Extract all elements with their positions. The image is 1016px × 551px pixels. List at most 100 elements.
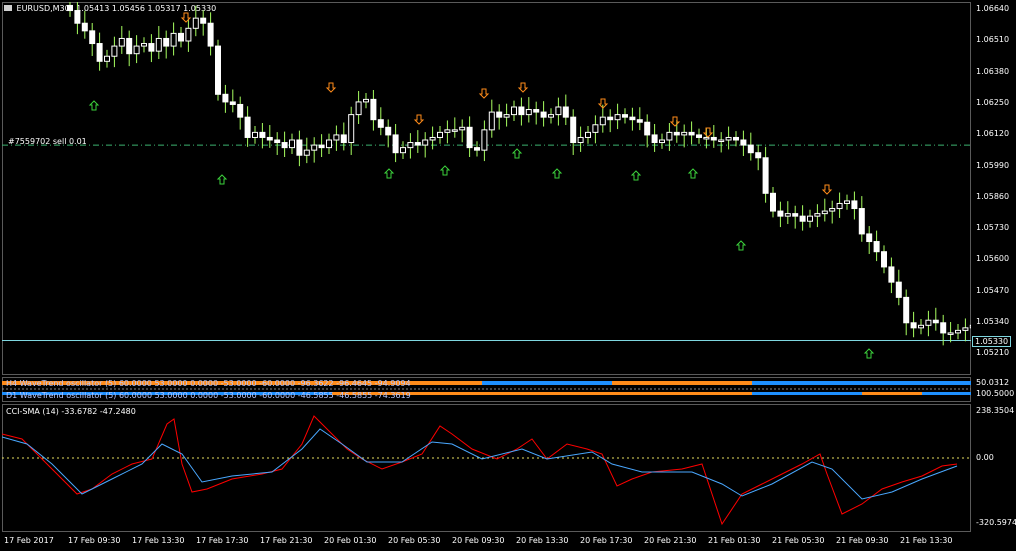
candle [348, 106, 355, 155]
candle [888, 257, 895, 294]
sell-arrow-icon [702, 127, 714, 138]
time-axis-label: 21 Feb 05:30 [772, 536, 825, 545]
candle [111, 36, 118, 68]
candle [377, 107, 384, 136]
current-price-tag: 1.05330 [972, 336, 1012, 347]
candle [918, 318, 924, 335]
time-axis-label: 21 Feb 09:30 [836, 536, 889, 545]
candle [799, 205, 806, 231]
candle [770, 186, 776, 218]
candle [592, 115, 599, 144]
candle [488, 99, 495, 138]
time-axis-label: 20 Feb 13:30 [516, 536, 569, 545]
candle [858, 196, 865, 242]
candle [392, 124, 399, 163]
candle [784, 201, 791, 225]
cci-label: CCI-SMA (14) -33.6782 -47.2480 [6, 407, 136, 416]
candle [614, 103, 621, 130]
candle [155, 26, 162, 60]
buy-arrow-icon [216, 174, 228, 185]
candle [355, 91, 362, 125]
sell-arrow-icon [669, 116, 681, 127]
candle [681, 124, 688, 148]
candle [511, 100, 517, 121]
candle [222, 84, 229, 113]
candle [148, 34, 155, 63]
buy-arrow-icon [511, 148, 523, 159]
candle [385, 119, 392, 148]
candle [851, 191, 858, 220]
candle [311, 137, 318, 163]
sell-arrow-icon [478, 88, 490, 99]
sell-arrow-icon [413, 114, 425, 125]
candle [607, 109, 614, 133]
time-axis-label: 20 Feb 21:30 [644, 536, 697, 545]
candle [644, 114, 651, 148]
h4-wavetrend-label: H4 WaveTrend oscillator (5) 60.0000 53.0… [6, 379, 411, 388]
candle [651, 124, 658, 152]
buy-arrow-icon [863, 348, 875, 359]
candle [570, 109, 577, 155]
candle [688, 121, 695, 145]
candle [814, 204, 821, 228]
candle [89, 22, 96, 56]
order-line-label[interactable]: #7559702 sell 0.01 [8, 137, 87, 146]
candle [407, 133, 414, 159]
candle [718, 132, 725, 153]
time-axis-label: 17 Feb 17:30 [196, 536, 249, 545]
candle [925, 310, 932, 337]
candle [363, 93, 369, 109]
candle [540, 101, 547, 127]
candle [178, 27, 184, 48]
candle [496, 104, 503, 130]
candle [141, 37, 147, 53]
cci-sma-line [2, 428, 958, 500]
time-axis-label: 20 Feb 09:30 [452, 536, 505, 545]
candle [326, 133, 332, 154]
time-axis-label: 17 Feb 2017 [4, 536, 54, 545]
candle [932, 307, 939, 331]
candle [451, 117, 458, 138]
current-price-value: 1.05330 [975, 337, 1009, 346]
candle [466, 116, 473, 158]
price-axis-label: 1.06380 [976, 66, 1010, 76]
candle [947, 322, 954, 343]
candlestick-chart[interactable] [2, 2, 971, 375]
candle [215, 39, 221, 101]
candle [340, 122, 347, 151]
price-axis-label: 1.06250 [976, 97, 1010, 107]
candle [533, 101, 540, 125]
candle [836, 192, 843, 218]
candle [474, 141, 480, 157]
candle [281, 131, 288, 158]
candle [710, 125, 717, 148]
candle [555, 97, 562, 126]
sell-arrow-icon [821, 184, 833, 195]
candle [777, 201, 784, 228]
candle [81, 10, 88, 39]
candle [873, 230, 880, 262]
candle [207, 12, 214, 56]
candle [962, 318, 969, 342]
candle [666, 122, 673, 151]
candle [659, 133, 665, 149]
price-axis-label: 1.05990 [976, 160, 1010, 170]
candle [259, 122, 266, 149]
buy-arrow-icon [630, 170, 642, 181]
candle [274, 132, 281, 155]
buy-arrow-icon [735, 240, 747, 251]
time-axis-label: 17 Feb 09:30 [68, 536, 121, 545]
candle [163, 30, 170, 59]
candle [585, 126, 591, 144]
candle [74, 2, 81, 35]
candle [866, 226, 873, 254]
candle [629, 107, 636, 131]
candle [414, 130, 421, 153]
d1-axis-value: 100.5000 [976, 389, 1015, 398]
candle [844, 194, 850, 210]
candle [289, 133, 295, 154]
candle [910, 311, 917, 338]
candle [969, 324, 971, 329]
candle [577, 126, 584, 152]
candle [244, 106, 251, 147]
